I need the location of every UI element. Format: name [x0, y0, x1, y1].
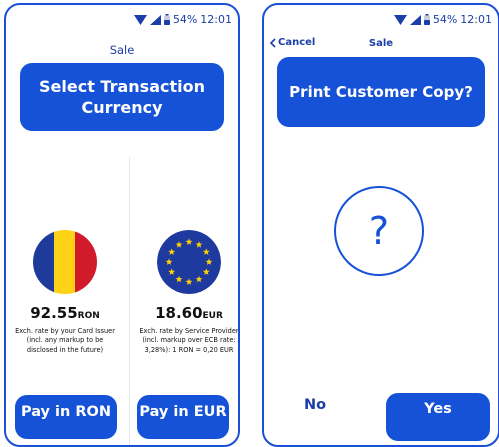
ron-currency-code: RON	[77, 311, 100, 321]
battery-percent: 54%	[172, 13, 198, 26]
flag-stripe-yellow	[54, 230, 76, 294]
wifi-icon	[133, 14, 147, 25]
column-divider	[129, 157, 130, 445]
question-mark-icon: ?	[334, 186, 424, 276]
clock: 12:01	[460, 13, 492, 26]
screen-title: Sale	[109, 43, 135, 57]
cell-signal-icon	[149, 14, 161, 25]
print-copy-banner: Print Customer Copy?	[277, 57, 485, 127]
eur-option: 18.60EUR Exch. rate by Service Provider …	[133, 230, 239, 355]
currency-selection-screen: 54% 12:01 Sale Select Transaction Curren…	[4, 3, 240, 447]
ron-amount-value: 92.55	[30, 304, 78, 322]
question-symbol: ?	[368, 209, 390, 253]
battery-percent: 54%	[432, 13, 458, 26]
select-currency-banner: Select Transaction Currency	[20, 63, 224, 131]
battery-icon	[163, 14, 170, 25]
status-bar: 54% 12:01	[133, 13, 232, 26]
romania-flag-icon	[33, 230, 97, 294]
eur-rate-note: Exch. rate by Service Provider (incl. ma…	[139, 327, 239, 354]
flag-stripe-red	[75, 230, 97, 294]
status-bar: 54% 12:01	[393, 13, 492, 26]
ron-rate-note: Exch. rate by your Card Issuer (incl. an…	[15, 327, 115, 354]
eur-currency-code: EUR	[202, 311, 223, 321]
no-button[interactable]: No	[304, 397, 326, 413]
wifi-icon	[393, 14, 407, 25]
cell-signal-icon	[409, 14, 421, 25]
print-copy-screen: 54% 12:01 Cancel Sale Print Customer Cop…	[262, 3, 499, 447]
eur-amount-value: 18.60	[155, 304, 203, 322]
flag-stripe-blue	[33, 230, 55, 294]
eu-flag-icon	[157, 230, 221, 294]
yes-button[interactable]: Yes	[386, 393, 490, 441]
battery-icon	[423, 14, 430, 25]
screen-title: Sale	[368, 38, 394, 49]
ron-amount: 92.55RON	[9, 304, 121, 325]
pay-in-eur-button[interactable]: Pay in EUR	[137, 395, 229, 439]
clock: 12:01	[200, 13, 232, 26]
ron-option: 92.55RON Exch. rate by your Card Issuer …	[9, 230, 121, 355]
eur-amount: 18.60EUR	[133, 304, 238, 325]
pay-in-ron-button[interactable]: Pay in RON	[15, 395, 117, 439]
